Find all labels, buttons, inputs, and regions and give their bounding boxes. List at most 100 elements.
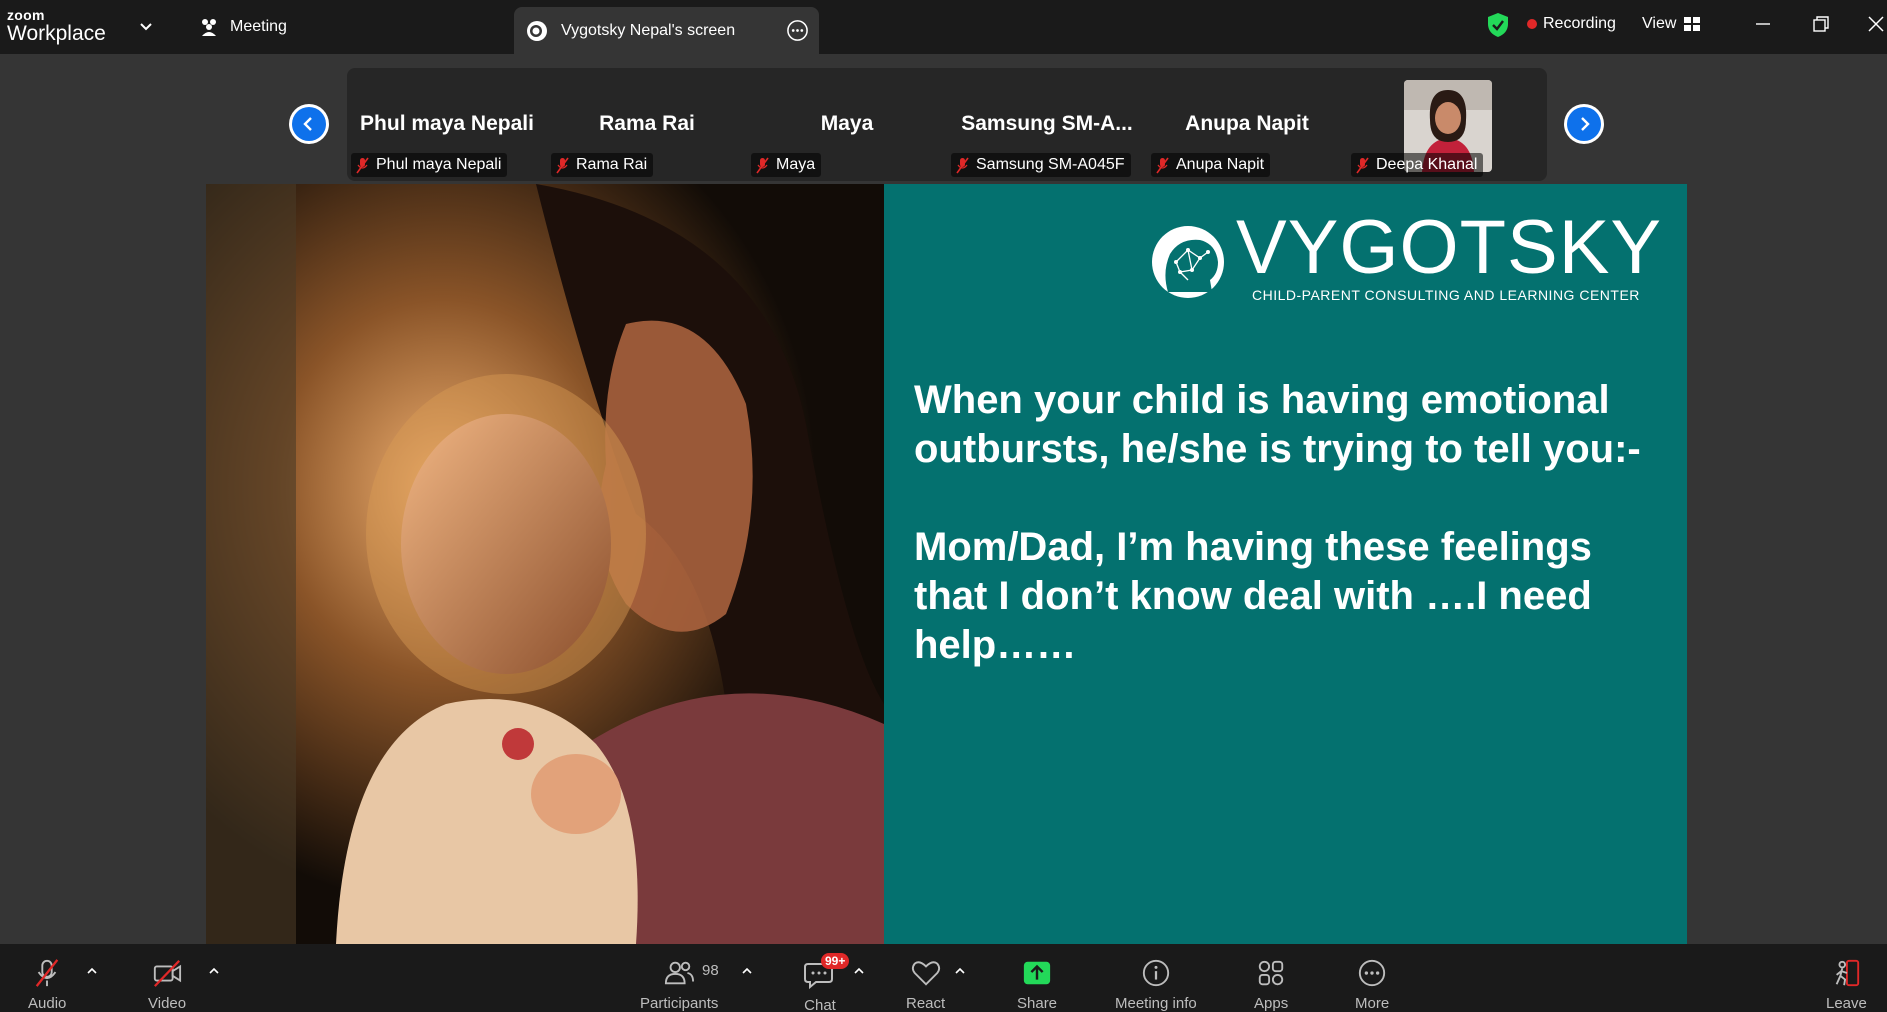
chat-unread-badge: 99+	[821, 953, 850, 969]
recording-indicator[interactable]: Recording	[1527, 15, 1616, 33]
muted-mic-icon	[756, 157, 769, 173]
more-icon	[1358, 959, 1386, 987]
react-options-caret-icon[interactable]	[954, 966, 966, 976]
participant-name-label: Phul maya Nepali	[351, 153, 508, 177]
participant-display-name: Samsung SM-A...	[961, 112, 1133, 135]
meeting-info-button[interactable]: Meeting info	[1115, 944, 1197, 1012]
muted-mic-icon	[1156, 157, 1169, 173]
tab-meeting-label: Meeting	[230, 18, 287, 35]
slide-line: that I don’t know deal with ….I need	[914, 574, 1592, 618]
vygotsky-tagline: CHILD-PARENT CONSULTING AND LEARNING CEN…	[1252, 287, 1640, 303]
tab-shared-screen[interactable]: Vygotsky Nepal's screen	[514, 7, 819, 54]
participant-name-label: Samsung SM-A045F	[951, 153, 1131, 177]
participants-options-caret-icon[interactable]	[741, 966, 753, 976]
slide-line: When your child is having emotional	[914, 378, 1610, 422]
participant-tile[interactable]: Anupa Napit Anupa Napit	[1147, 68, 1347, 181]
participant-tile[interactable]: Maya Maya	[747, 68, 947, 181]
security-shield-icon[interactable]	[1486, 12, 1510, 38]
participant-name-label: Maya	[751, 153, 822, 177]
participant-display-name: Rama Rai	[599, 112, 695, 135]
leave-icon	[1836, 959, 1860, 987]
meeting-toolbar: Audio Video Participants 98 99+ Chat Rea…	[0, 944, 1887, 1012]
slide-text-panel: VYGOTSKY CHILD-PARENT CONSULTING AND LEA…	[884, 184, 1687, 944]
share-screen-button[interactable]: Share	[1017, 944, 1057, 1012]
participant-tile[interactable]: Rama Rai Rama Rai	[547, 68, 747, 181]
chevron-down-icon[interactable]	[138, 18, 154, 34]
zoom-workplace-logo: zoom Workplace	[7, 8, 106, 44]
participants-icon	[665, 961, 695, 985]
leave-button[interactable]: Leave	[1826, 944, 1867, 1012]
participants-count: 98	[702, 962, 719, 979]
next-page-button[interactable]	[1564, 104, 1604, 144]
chat-button[interactable]: 99+ Chat	[803, 944, 850, 1012]
video-label: Video	[148, 995, 187, 1012]
tab-meeting[interactable]: Meeting	[198, 16, 287, 38]
vygotsky-avatar-icon	[527, 20, 547, 41]
tab-shared-screen-label: Vygotsky Nepal's screen	[561, 21, 736, 39]
brand-zoom-text: zoom	[7, 7, 45, 23]
recording-dot-icon	[1527, 19, 1537, 29]
muted-mic-icon	[556, 157, 569, 173]
apps-button[interactable]: Apps	[1254, 944, 1288, 1012]
mother-child-photo	[206, 184, 884, 944]
participant-display-name: Maya	[820, 112, 874, 135]
apps-icon	[1258, 960, 1284, 986]
slide-line: Mom/Dad, I’m having these feelings	[914, 525, 1592, 569]
chat-options-caret-icon[interactable]	[853, 966, 865, 976]
chat-label: Chat	[804, 997, 836, 1012]
participant-name-label: Anupa Napit	[1151, 153, 1271, 177]
slide-image	[206, 184, 884, 944]
view-label: View	[1642, 15, 1677, 32]
participants-label: Participants	[640, 995, 719, 1012]
react-label: React	[906, 995, 946, 1012]
audio-button[interactable]: Audio	[28, 944, 66, 1012]
participant-display-name: Phul maya Nepali	[360, 112, 534, 135]
participant-name-label: Deepa Khanal	[1351, 153, 1484, 177]
grid-view-icon	[1684, 17, 1701, 31]
muted-mic-icon	[1356, 157, 1369, 173]
participant-label-text: Maya	[776, 156, 816, 173]
participant-label-text: Anupa Napit	[1176, 156, 1265, 173]
slide-line: help……	[914, 623, 1077, 667]
vygotsky-logo-icon	[1152, 226, 1224, 298]
video-options-caret-icon[interactable]	[208, 966, 220, 976]
participant-label-text: Phul maya Nepali	[376, 156, 502, 173]
participant-name-label: Rama Rai	[551, 153, 654, 177]
title-bar: zoom Workplace Meeting Vygotsky Nepal's …	[0, 0, 1887, 54]
apps-label: Apps	[1254, 995, 1289, 1012]
recording-label: Recording	[1543, 15, 1616, 32]
audio-label: Audio	[28, 995, 67, 1012]
muted-microphone-icon	[35, 959, 59, 987]
participant-label-text: Samsung SM-A045F	[976, 156, 1125, 173]
leave-label: Leave	[1826, 995, 1867, 1012]
audio-options-caret-icon[interactable]	[86, 966, 98, 976]
previous-page-button[interactable]	[289, 104, 329, 144]
participant-tile[interactable]: Deepa Khanal	[1347, 68, 1547, 181]
more-options-icon[interactable]	[786, 19, 809, 42]
share-screen-icon	[1023, 961, 1051, 985]
react-button[interactable]: React	[906, 944, 945, 1012]
meeting-info-label: Meeting info	[1115, 995, 1197, 1012]
chevron-right-icon	[1581, 117, 1590, 131]
vygotsky-wordmark: VYGOTSKY	[1236, 205, 1663, 290]
video-button[interactable]: Video	[148, 944, 186, 1012]
minimize-icon[interactable]	[1753, 14, 1773, 34]
chevron-left-icon	[303, 117, 312, 131]
participant-label-text: Deepa Khanal	[1376, 156, 1478, 173]
info-icon	[1142, 959, 1169, 987]
participant-tile[interactable]: Phul maya Nepali Phul maya Nepali	[347, 68, 547, 181]
brand-workplace-text: Workplace	[7, 22, 106, 45]
muted-mic-icon	[956, 157, 969, 173]
restore-icon[interactable]	[1811, 14, 1831, 34]
participant-tile[interactable]: Samsung SM-A... Samsung SM-A045F	[947, 68, 1147, 181]
heart-icon	[911, 961, 940, 986]
meeting-icon	[202, 19, 216, 36]
close-icon[interactable]	[1866, 14, 1886, 34]
participant-label-text: Rama Rai	[576, 156, 648, 173]
shared-screen-slide: VYGOTSKY CHILD-PARENT CONSULTING AND LEA…	[206, 184, 1687, 944]
share-label: Share	[1017, 995, 1058, 1012]
more-button[interactable]: More	[1355, 944, 1389, 1012]
view-button[interactable]: View	[1642, 15, 1701, 33]
more-label: More	[1355, 995, 1390, 1012]
slide-message: When your child is having emotional outb…	[914, 376, 1674, 670]
